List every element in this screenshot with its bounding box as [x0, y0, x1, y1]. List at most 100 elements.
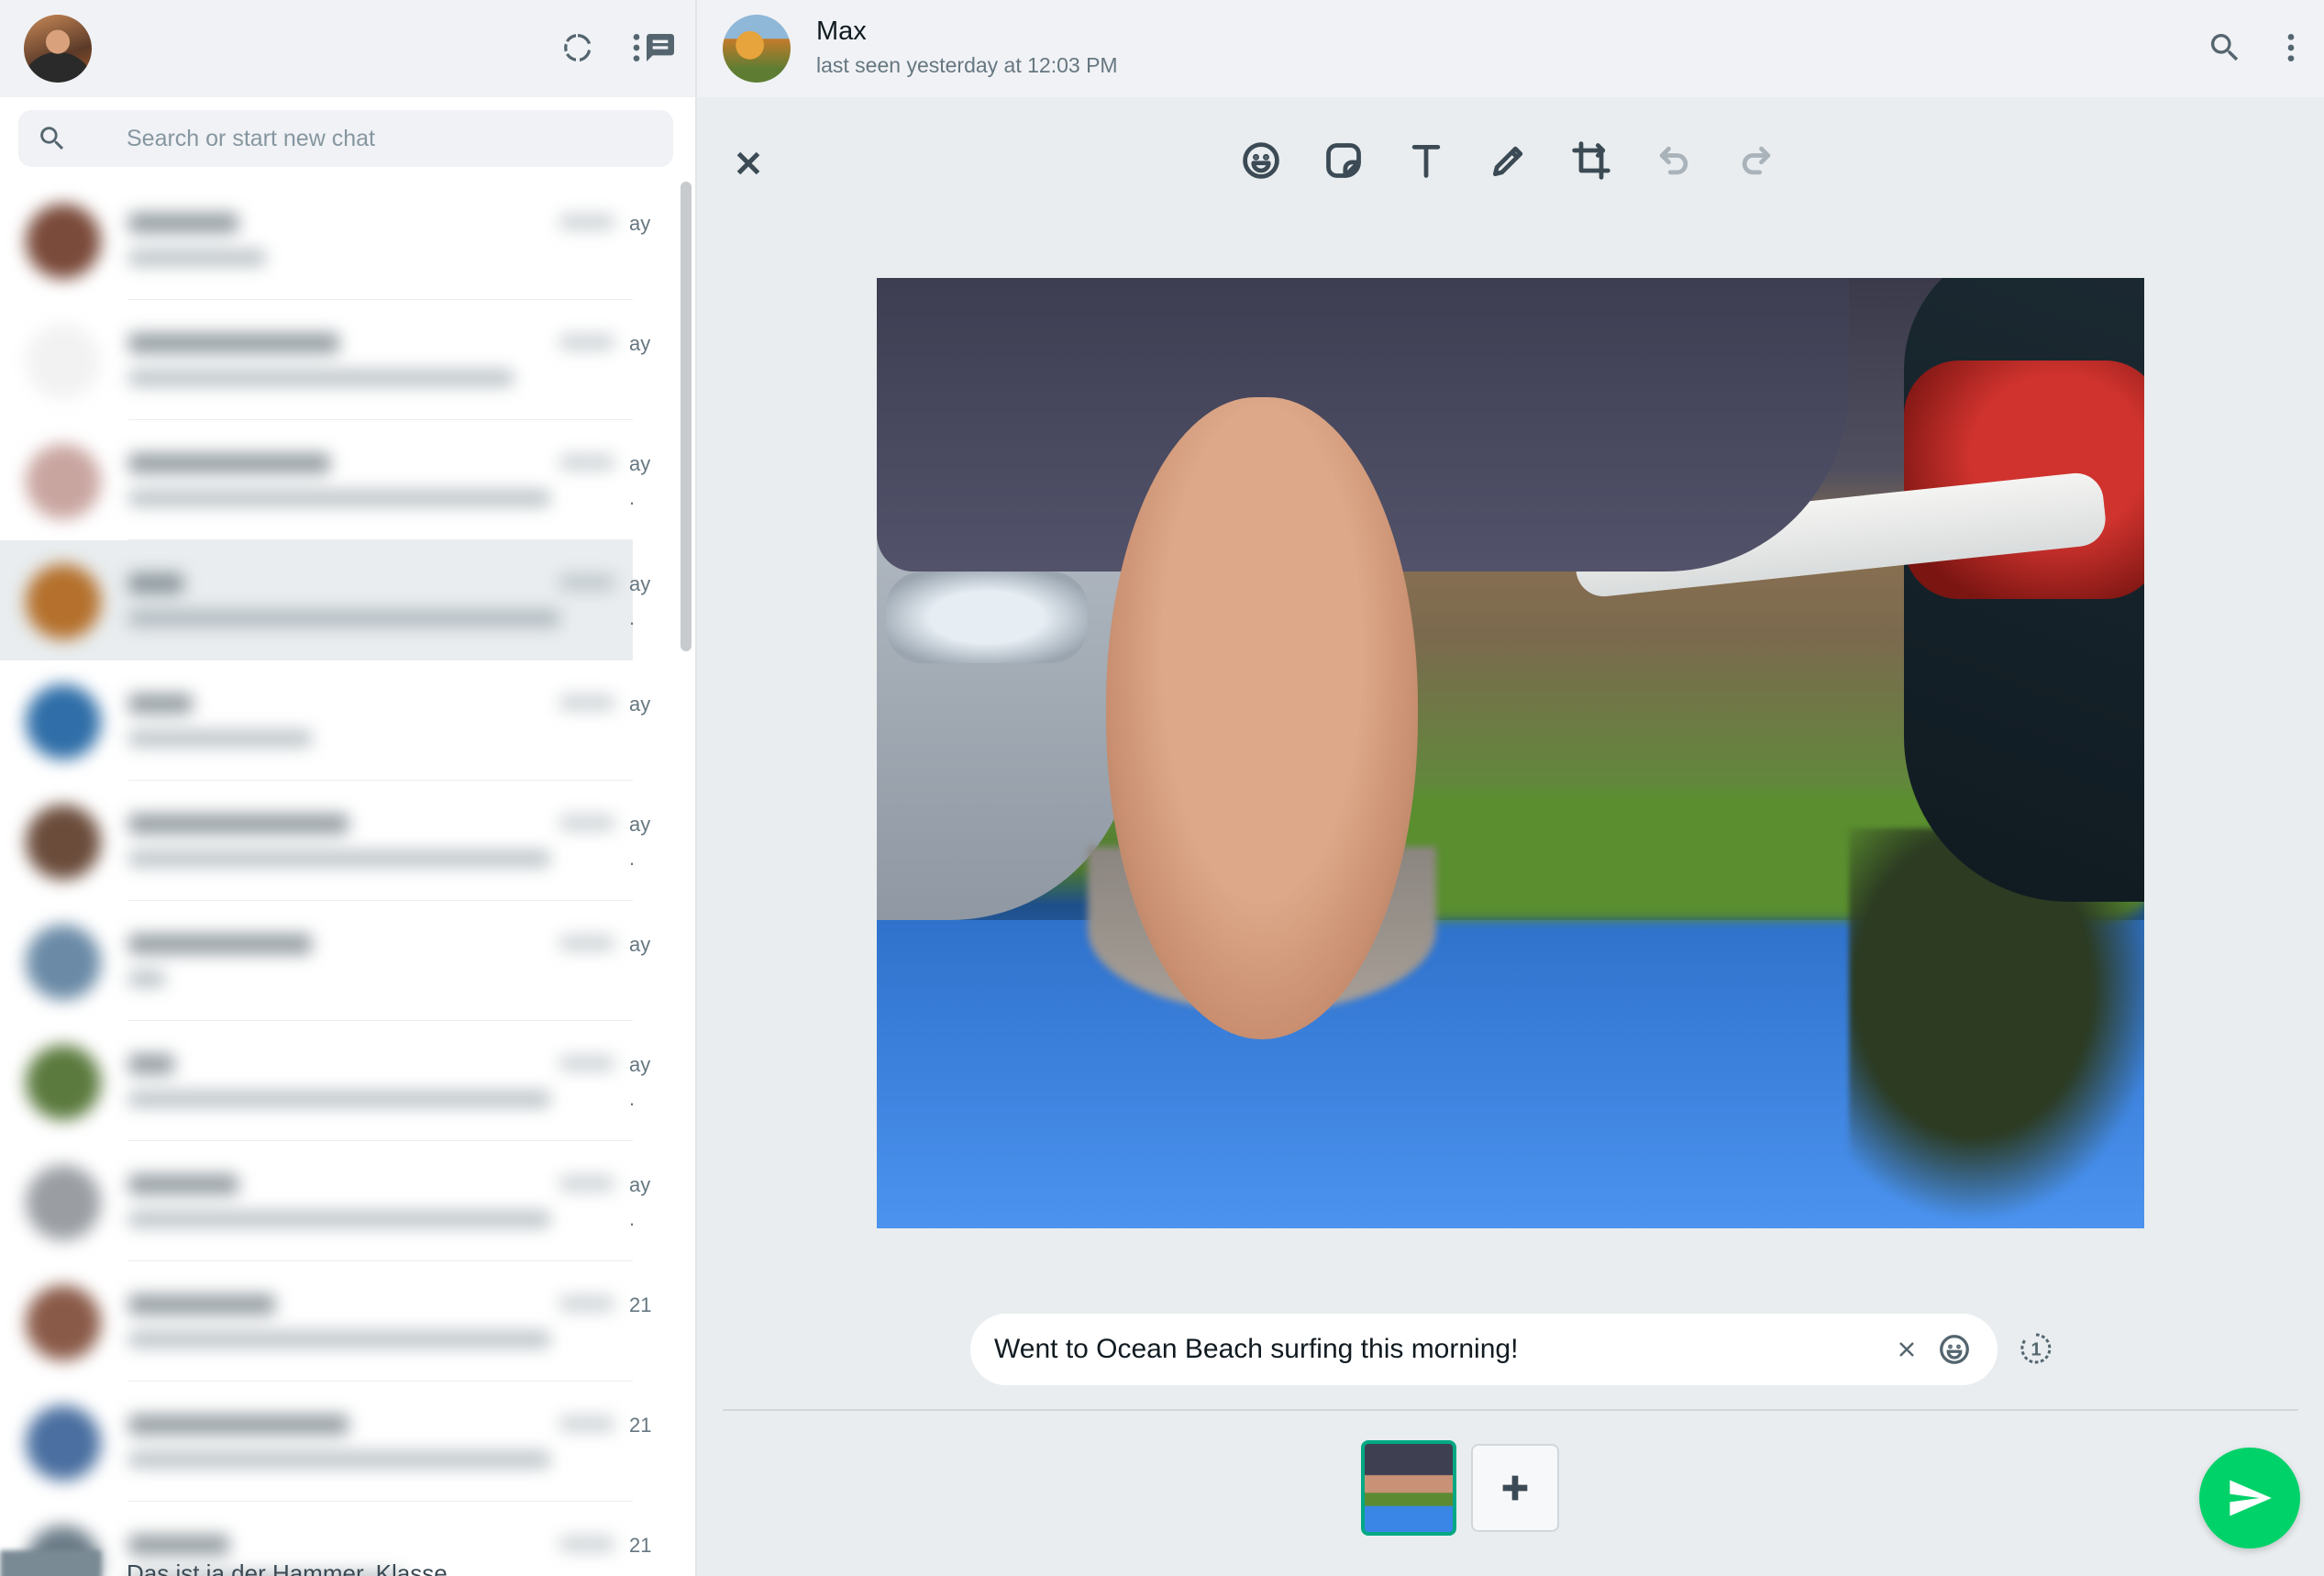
- chat-list-item[interactable]: ay.: [0, 781, 650, 901]
- chat-list-item-content: [0, 901, 633, 1021]
- chat-message-preview: [128, 250, 266, 266]
- chat-list-scrollbar[interactable]: [681, 182, 692, 651]
- chat-time: ay: [629, 332, 651, 355]
- chat-avatar: [26, 324, 101, 399]
- chat-name: [128, 213, 238, 233]
- contact-avatar[interactable]: [723, 15, 791, 83]
- chat-truncation-dots: .: [629, 486, 636, 509]
- chat-time-blurred: [559, 215, 614, 229]
- chat-name: [128, 573, 183, 594]
- view-once-button[interactable]: 1: [2014, 1326, 2058, 1371]
- search-bar: [0, 97, 695, 178]
- chat-list-item[interactable]: ay.: [0, 1141, 650, 1261]
- chat-list-item[interactable]: ay: [0, 901, 650, 1021]
- search-input[interactable]: [127, 117, 640, 160]
- chat-list-item[interactable]: ay.: [0, 420, 650, 540]
- chat-list-item-content: [0, 1021, 633, 1141]
- chat-time-blurred: [559, 1176, 614, 1191]
- search-messages-icon[interactable]: [2197, 20, 2252, 75]
- text-icon: [1411, 144, 1441, 178]
- conversation-header[interactable]: Max last seen yesterday at 12:03 PM: [697, 0, 2324, 97]
- text-tool-button[interactable]: [1398, 132, 1455, 189]
- chat-list-item[interactable]: ay: [0, 180, 650, 300]
- chat-avatar: [26, 1285, 101, 1360]
- chat-avatar: [26, 684, 101, 760]
- chat-name: [128, 1535, 229, 1555]
- emoji-icon: [1243, 142, 1279, 179]
- chat-message-preview: [128, 1451, 550, 1468]
- undo-button[interactable]: [1645, 132, 1702, 189]
- chat-time-blurred: [559, 816, 614, 830]
- chat-avatar: [26, 1165, 101, 1240]
- chat-message-preview: [128, 1091, 550, 1107]
- chat-time: 21: [629, 1534, 652, 1557]
- status-icon[interactable]: [550, 20, 605, 75]
- chat-list-item[interactable]: ay.: [0, 1021, 650, 1141]
- chat-time-blurred: [559, 1296, 614, 1311]
- close-editor-button[interactable]: [725, 139, 772, 187]
- add-media-button[interactable]: [1471, 1444, 1559, 1532]
- caption-field[interactable]: [970, 1314, 1998, 1385]
- sidebar-header: [0, 0, 695, 97]
- caption-emoji-button[interactable]: [1935, 1330, 1974, 1369]
- send-button[interactable]: [2199, 1448, 2300, 1548]
- chat-message-preview: [128, 610, 559, 627]
- sticker-icon: [1326, 143, 1361, 178]
- chat-message-preview: [128, 1211, 550, 1227]
- chat-list-item-content: [0, 540, 633, 660]
- chat-avatar: [26, 1045, 101, 1120]
- chat-list-item-content: [0, 1141, 633, 1261]
- chat-avatar: [26, 204, 101, 279]
- chat-list-item[interactable]: 21: [0, 1261, 651, 1382]
- pencil-icon: [1492, 146, 1523, 177]
- emoji-tool-button[interactable]: [1233, 132, 1289, 189]
- chat-list-item-content: [0, 1382, 633, 1502]
- chat-time: ay: [629, 1173, 651, 1196]
- my-avatar[interactable]: [24, 15, 92, 83]
- chat-name: [128, 333, 339, 353]
- chat-list-item[interactable]: ay.: [0, 540, 650, 660]
- chat-list-item[interactable]: 21: [0, 1382, 651, 1502]
- divider: [723, 1409, 2298, 1411]
- chat-list-item[interactable]: ay: [0, 300, 650, 420]
- chat-time-blurred: [559, 695, 614, 710]
- close-icon: [1899, 1342, 1914, 1357]
- chat-time-blurred: [559, 936, 614, 950]
- clear-caption-button[interactable]: [1889, 1332, 1924, 1367]
- view-once-label: 1: [2031, 1340, 2041, 1360]
- chat-name: [128, 453, 330, 473]
- conversation-menu-icon[interactable]: [2263, 20, 2318, 75]
- menu-icon[interactable]: [609, 20, 664, 75]
- chat-list-item-content: [0, 660, 633, 781]
- chat-list-pane: ayayay.ay.ayay.ayay.ay.212121 Das ist ja…: [0, 0, 697, 1576]
- close-icon: [736, 151, 760, 175]
- sticker-tool-button[interactable]: [1315, 132, 1372, 189]
- draw-tool-button[interactable]: [1480, 132, 1537, 189]
- avatar: [0, 1550, 101, 1576]
- chat-time-blurred: [559, 335, 614, 350]
- chat-list: ay ay ay. ay. ay ay. ay ay. ay. 21 21 21: [0, 180, 679, 1576]
- chat-truncation-dots: .: [629, 1087, 636, 1110]
- chat-avatar: [26, 564, 101, 639]
- chat-message-preview: [128, 730, 312, 747]
- media-preview-image[interactable]: [877, 278, 2144, 1228]
- chat-message-preview: Das ist ja der Hammer, Klasse: [127, 1559, 448, 1576]
- redo-icon: [1742, 146, 1771, 175]
- chat-message-preview: [128, 971, 165, 987]
- chat-list-item-content: [0, 781, 633, 901]
- chat-list-item-content: [0, 180, 633, 300]
- search-icon: [37, 123, 68, 154]
- chat-list-item[interactable]: ay: [0, 660, 650, 781]
- chat-time: ay: [629, 1053, 651, 1076]
- crop-tool-button[interactable]: [1563, 132, 1620, 189]
- redo-button[interactable]: [1728, 132, 1785, 189]
- chat-list-item-content: [0, 1261, 633, 1382]
- media-editor: 1: [697, 97, 2324, 1576]
- chat-time: 21: [629, 1414, 652, 1437]
- chat-time: ay: [629, 572, 651, 595]
- caption-input[interactable]: [994, 1326, 1838, 1372]
- chat-name: [128, 1415, 349, 1435]
- chat-truncation-dots: .: [629, 1207, 636, 1230]
- media-thumbnail[interactable]: [1361, 1440, 1456, 1536]
- chat-truncation-dots: .: [629, 606, 636, 629]
